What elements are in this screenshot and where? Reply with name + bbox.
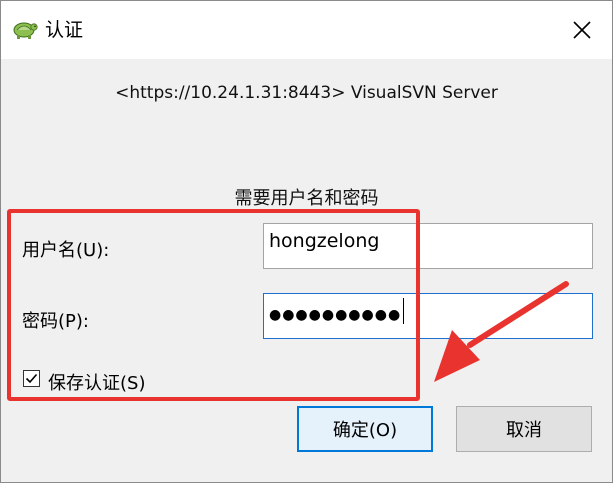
window-title: 认证 [45, 19, 84, 41]
save-credentials-checkbox[interactable] [23, 370, 40, 387]
username-label: 用户名(U): [22, 240, 110, 261]
close-icon [573, 21, 591, 39]
auth-dialog: 认证 <https://10.24.1.31:8443> VisualSVN S… [0, 0, 613, 483]
text-caret [403, 298, 405, 324]
password-field[interactable]: ●●●●●●●●●● [263, 293, 593, 339]
username-field[interactable]: hongzelong [263, 223, 593, 269]
server-text: <https://10.24.1.31:8443> VisualSVN Serv… [115, 83, 498, 103]
save-credentials-label[interactable]: 保存认证(S) [48, 369, 145, 395]
password-label: 密码(P): [22, 311, 89, 332]
close-button[interactable] [559, 9, 605, 51]
password-mask: ●●●●●●●●●● [269, 307, 402, 323]
title-bar: 认证 [1, 1, 612, 59]
credentials-prompt: 需要用户名和密码 [234, 188, 379, 209]
ok-button[interactable]: 确定(O) [297, 406, 433, 452]
checkmark-icon [25, 373, 38, 384]
cancel-button[interactable]: 取消 [456, 406, 592, 452]
tortoise-icon [13, 22, 38, 39]
